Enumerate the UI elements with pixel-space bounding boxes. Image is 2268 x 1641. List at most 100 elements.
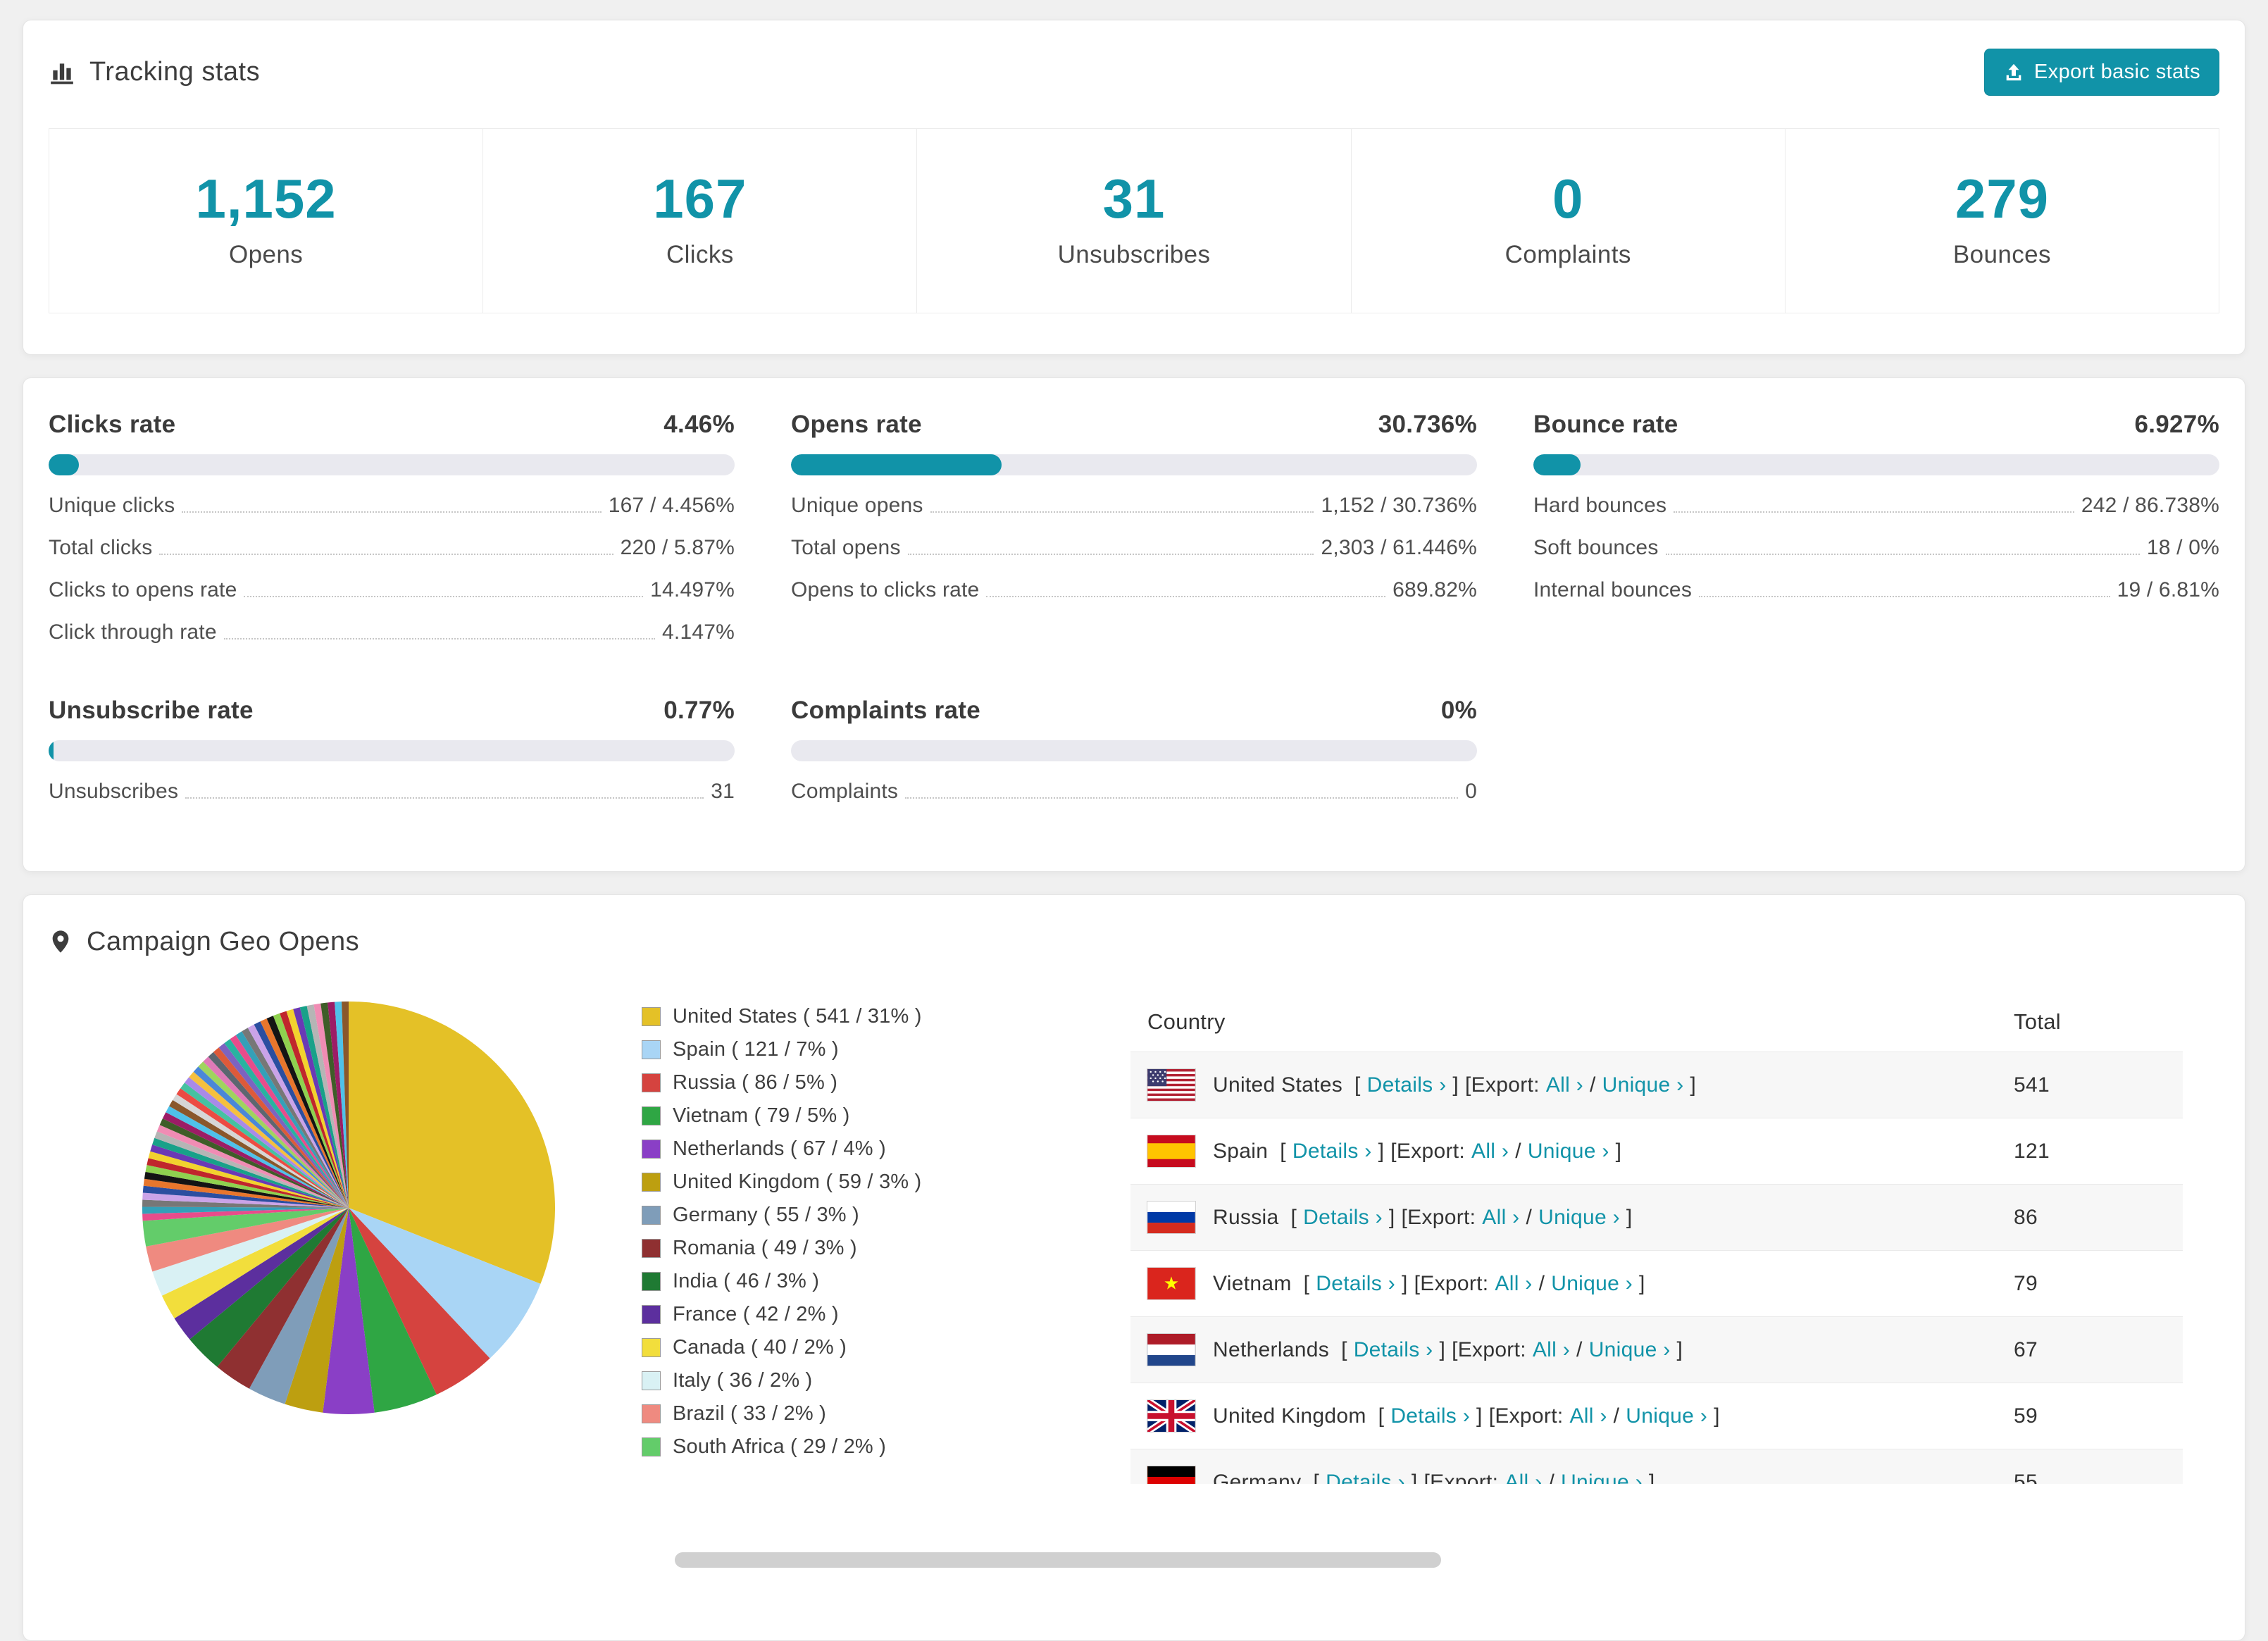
legend-item[interactable]: Germany ( 55 / 3% ): [642, 1204, 1064, 1227]
export-unique-link[interactable]: Unique ›: [1561, 1471, 1643, 1485]
rate-rows: Unique opens 1,152 / 30.736% Total opens…: [791, 494, 1477, 602]
metric-value: 18 / 0%: [2146, 536, 2219, 559]
export-unique-link[interactable]: Unique ›: [1589, 1338, 1671, 1362]
map-pin-icon: [52, 930, 69, 953]
export-basic-stats-button[interactable]: Export basic stats: [1983, 49, 2219, 96]
export-unique-link[interactable]: Unique ›: [1602, 1073, 1684, 1097]
details-link[interactable]: Details ›: [1316, 1272, 1395, 1296]
rate-metric-row: Unsubscribes 31: [49, 780, 735, 804]
tracking-stats-header: Tracking stats Export basic stats: [49, 49, 2219, 96]
metric-value: 220 / 5.87%: [620, 536, 735, 559]
export-all-link[interactable]: All ›: [1495, 1272, 1532, 1296]
details-link[interactable]: Details ›: [1303, 1206, 1383, 1230]
geo-opens-title: Campaign Geo Opens: [49, 926, 359, 957]
country-total: 86: [2014, 1205, 2038, 1229]
bracket-text: ]: [1411, 1470, 1418, 1485]
legend-item[interactable]: Spain ( 121 / 7% ): [642, 1038, 1064, 1061]
legend-item[interactable]: Vietnam ( 79 / 5% ): [642, 1104, 1064, 1128]
rate-title: Bounce rate: [1533, 411, 1678, 438]
metric-label: Internal bounces: [1533, 578, 1693, 601]
tracking-stats-title: Tracking stats: [49, 57, 260, 87]
legend-item[interactable]: India ( 46 / 3% ): [642, 1270, 1064, 1293]
country-name: Vietnam: [1213, 1271, 1292, 1295]
progress-bar-fill: [1533, 454, 1581, 475]
legend-label: Spain ( 121 / 7% ): [673, 1038, 839, 1061]
export-all-link[interactable]: All ›: [1471, 1140, 1509, 1163]
slash-text: /: [1515, 1139, 1521, 1163]
rate-block: Unsubscribe rate 0.77% Unsubscribes 31: [49, 697, 735, 804]
bracket-text: ]: [1388, 1205, 1395, 1229]
rate-percent: 30.736%: [1378, 411, 1477, 438]
legend-item[interactable]: Russia ( 86 / 5% ): [642, 1071, 1064, 1094]
progress-bar: [791, 740, 1477, 761]
rate-title: Opens rate: [791, 411, 922, 438]
export-all-link[interactable]: All ›: [1504, 1471, 1542, 1485]
export-all-link[interactable]: All ›: [1533, 1338, 1570, 1362]
dotted-leader: [905, 797, 1459, 799]
bracket-text: ]: [1714, 1404, 1720, 1428]
details-link[interactable]: Details ›: [1390, 1404, 1470, 1428]
rate-head: Unsubscribe rate 0.77%: [49, 697, 735, 725]
horizontal-scrollbar-thumb[interactable]: [675, 1552, 1441, 1568]
legend-item[interactable]: Romania ( 49 / 3% ): [642, 1237, 1064, 1260]
geo-table-header-row: Country Total: [1130, 997, 2183, 1052]
dotted-leader: [1665, 554, 2140, 555]
stat-value: 279: [1955, 168, 2049, 230]
legend-item[interactable]: Italy ( 36 / 2% ): [642, 1369, 1064, 1392]
progress-bar: [1533, 454, 2219, 475]
rates-card: Clicks rate 4.46% Unique clicks 167 / 4.…: [23, 378, 2245, 872]
metric-label: Opens to clicks rate: [791, 578, 980, 601]
legend-item[interactable]: Canada ( 40 / 2% ): [642, 1336, 1064, 1359]
rate-block: Clicks rate 4.46% Unique clicks 167 / 4.…: [49, 411, 735, 644]
rates-grid: Clicks rate 4.46% Unique clicks 167 / 4.…: [49, 411, 2219, 804]
export-unique-link[interactable]: Unique ›: [1551, 1272, 1633, 1296]
rate-metric-row: Click through rate 4.147%: [49, 620, 735, 644]
export-unique-link[interactable]: Unique ›: [1528, 1140, 1609, 1163]
legend-item[interactable]: Netherlands ( 67 / 4% ): [642, 1137, 1064, 1161]
export-unique-link[interactable]: Unique ›: [1538, 1206, 1620, 1230]
export-unique-link[interactable]: Unique ›: [1626, 1404, 1707, 1428]
rate-metric-row: Total clicks 220 / 5.87%: [49, 536, 735, 560]
metric-label: Unique clicks: [49, 494, 175, 517]
stat-box: 31 Unsubscribes: [917, 129, 1352, 313]
legend-item[interactable]: United States ( 541 / 31% ): [642, 1005, 1064, 1028]
legend-item[interactable]: South Africa ( 29 / 2% ): [642, 1435, 1064, 1459]
legend-label: Vietnam ( 79 / 5% ): [673, 1104, 850, 1127]
details-link[interactable]: Details ›: [1354, 1338, 1433, 1362]
legend-item[interactable]: United Kingdom ( 59 / 3% ): [642, 1171, 1064, 1194]
geo-table-row: United States [Details ›] [Export: All ›…: [1130, 1052, 2183, 1118]
country-total: 541: [2014, 1073, 2050, 1097]
country-total: 55: [2014, 1470, 2038, 1485]
legend-item[interactable]: France ( 42 / 2% ): [642, 1303, 1064, 1326]
country-name: Spain: [1213, 1139, 1269, 1163]
stat-box: 1,152 Opens: [49, 129, 484, 313]
country-total: 121: [2014, 1139, 2050, 1163]
metric-value: 31: [711, 780, 735, 803]
metric-label: Total clicks: [49, 536, 153, 559]
legend-color-swatch: [642, 1173, 661, 1192]
details-link[interactable]: Details ›: [1326, 1471, 1405, 1485]
rate-block: Complaints rate 0% Complaints 0: [791, 697, 1477, 804]
export-all-link[interactable]: All ›: [1482, 1206, 1519, 1230]
rate-metric-row: Complaints 0: [791, 780, 1477, 804]
details-link[interactable]: Details ›: [1367, 1073, 1447, 1097]
details-link[interactable]: Details ›: [1292, 1140, 1372, 1163]
rate-head: Complaints rate 0%: [791, 697, 1477, 725]
legend-item[interactable]: Brazil ( 33 / 2% ): [642, 1402, 1064, 1425]
country-total: 79: [2014, 1271, 2038, 1295]
export-all-link[interactable]: All ›: [1569, 1404, 1607, 1428]
legend-label: Germany ( 55 / 3% ): [673, 1204, 859, 1226]
export-all-link[interactable]: All ›: [1546, 1073, 1583, 1097]
country-cell: Vietnam [Details ›] [Export: All › / Uni…: [1147, 1268, 2014, 1299]
rate-percent: 0%: [1440, 697, 1477, 724]
country-cell: Spain [Details ›] [Export: All › / Uniqu…: [1147, 1135, 2014, 1167]
country-cell: Germany [Details ›] [Export: All › / Uni…: [1147, 1466, 2014, 1484]
legend-color-swatch: [642, 1140, 661, 1159]
rate-head: Bounce rate 6.927%: [1533, 411, 2219, 439]
rate-title: Unsubscribe rate: [49, 697, 254, 724]
slash-text: /: [1589, 1073, 1596, 1097]
country-name: United Kingdom: [1213, 1404, 1366, 1428]
metric-value: 2,303 / 61.446%: [1321, 536, 1477, 559]
progress-bar-fill: [49, 454, 80, 475]
bracket-text: ]: [1402, 1271, 1408, 1295]
